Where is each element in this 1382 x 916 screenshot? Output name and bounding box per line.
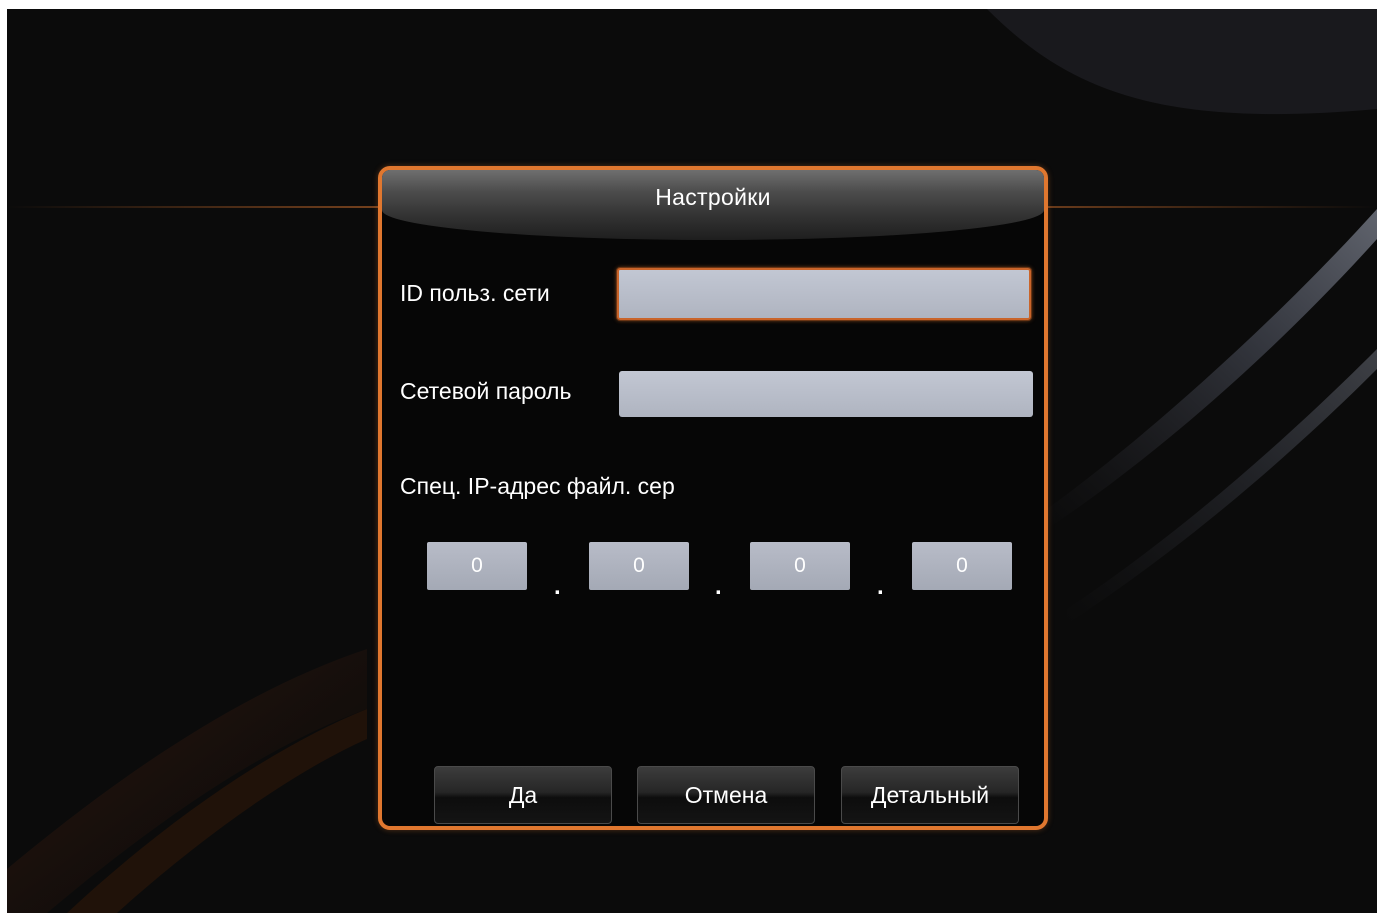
advanced-button[interactable]: Детальный	[841, 766, 1019, 824]
screen: Настройки ID польз. сети Сетевой пароль …	[7, 9, 1377, 913]
ip-address-label: Спец. IP-адрес файл. сер	[400, 473, 675, 499]
user-id-label: ID польз. сети	[400, 280, 550, 306]
ip-separator: .	[554, 573, 561, 600]
ip-octet-2[interactable]	[589, 542, 689, 590]
dialog-title: Настройки	[655, 184, 771, 210]
ip-octet-3[interactable]	[750, 542, 850, 590]
ip-separator: .	[715, 573, 722, 600]
ip-octet-1[interactable]	[427, 542, 527, 590]
password-input[interactable]	[619, 371, 1033, 417]
cancel-button[interactable]: Отмена	[637, 766, 815, 824]
settings-dialog: Настройки ID польз. сети Сетевой пароль …	[378, 166, 1048, 830]
ip-octet-4[interactable]	[912, 542, 1012, 590]
ok-button[interactable]: Да	[434, 766, 612, 824]
ip-separator: .	[877, 573, 884, 600]
user-id-input[interactable]	[617, 268, 1031, 320]
password-label: Сетевой пароль	[400, 378, 572, 404]
